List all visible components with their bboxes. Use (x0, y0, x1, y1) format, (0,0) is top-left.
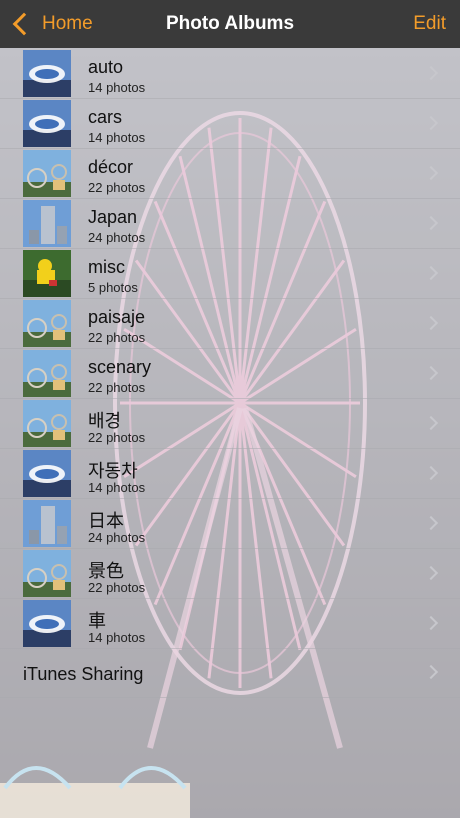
album-row[interactable]: 배경 22 photos (0, 399, 460, 449)
chevron-right-icon (423, 365, 439, 381)
itunes-sharing-label: iTunes Sharing (23, 664, 144, 684)
chevron-right-icon (423, 565, 439, 581)
album-photo-count: 14 photos (88, 480, 146, 495)
chevron-left-icon (12, 12, 36, 36)
album-photo-count: 22 photos (88, 330, 146, 345)
album-thumbnail (23, 100, 71, 147)
album-photo-count: 22 photos (88, 380, 146, 395)
album-thumbnail (23, 500, 71, 547)
album-photo-count: 22 photos (88, 580, 146, 595)
album-photo-count: 22 photos (88, 180, 146, 195)
album-name: décor (88, 157, 134, 177)
album-row[interactable]: misc 5 photos (0, 249, 460, 299)
album-photo-count: 22 photos (88, 430, 146, 445)
album-thumbnail (23, 250, 71, 297)
navigation-bar: Home Photo Albums Edit (0, 0, 460, 48)
album-thumbnail (23, 350, 71, 397)
album-row[interactable]: auto 14 photos (0, 49, 460, 99)
album-thumbnail (23, 200, 71, 247)
chevron-right-icon (423, 265, 439, 281)
album-thumbnail (23, 600, 71, 647)
album-name: misc (88, 257, 125, 277)
chevron-right-icon (423, 65, 439, 81)
album-thumbnail (23, 550, 71, 597)
album-photo-count: 24 photos (88, 530, 146, 545)
album-thumbnail (23, 400, 71, 447)
chevron-right-icon (423, 215, 439, 231)
album-name: scenary (88, 357, 152, 377)
album-thumbnail (23, 300, 71, 347)
album-name: cars (88, 107, 123, 127)
chevron-right-icon (423, 115, 439, 131)
album-thumbnail (23, 50, 71, 97)
album-thumbnail (23, 450, 71, 497)
chevron-right-icon (423, 315, 439, 331)
back-button-label: Home (42, 13, 93, 34)
album-photo-count: 14 photos (88, 630, 146, 645)
album-name: Japan (88, 207, 138, 227)
chevron-right-icon (423, 465, 439, 481)
album-name: auto (88, 57, 124, 77)
album-row[interactable]: Japan 24 photos (0, 199, 460, 249)
album-row[interactable]: scenary 22 photos (0, 349, 460, 399)
album-thumbnail (23, 150, 71, 197)
album-photo-count: 5 photos (88, 280, 138, 295)
album-photo-count: 14 photos (88, 80, 146, 95)
album-row[interactable]: cars 14 photos (0, 99, 460, 149)
album-row[interactable]: paisaje 22 photos (0, 299, 460, 349)
album-row[interactable]: 車 14 photos (0, 599, 460, 649)
album-list: auto 14 photos cars 14 photos décor 22 p… (0, 49, 460, 698)
chevron-right-icon (423, 615, 439, 631)
back-button[interactable]: Home (12, 0, 93, 48)
album-row[interactable]: décor 22 photos (0, 149, 460, 199)
chevron-right-icon (423, 165, 439, 181)
album-row[interactable]: 日本 24 photos (0, 499, 460, 549)
chevron-right-icon (423, 515, 439, 531)
album-name: paisaje (88, 307, 146, 327)
chevron-right-icon (423, 664, 439, 680)
album-row[interactable]: 자동차 14 photos (0, 449, 460, 499)
chevron-right-icon (423, 415, 439, 431)
itunes-sharing-row[interactable]: iTunes Sharing (0, 649, 460, 698)
album-photo-count: 24 photos (88, 230, 146, 245)
album-photo-count: 14 photos (88, 130, 146, 145)
edit-button[interactable]: Edit (413, 0, 446, 48)
album-row[interactable]: 景色 22 photos (0, 549, 460, 599)
